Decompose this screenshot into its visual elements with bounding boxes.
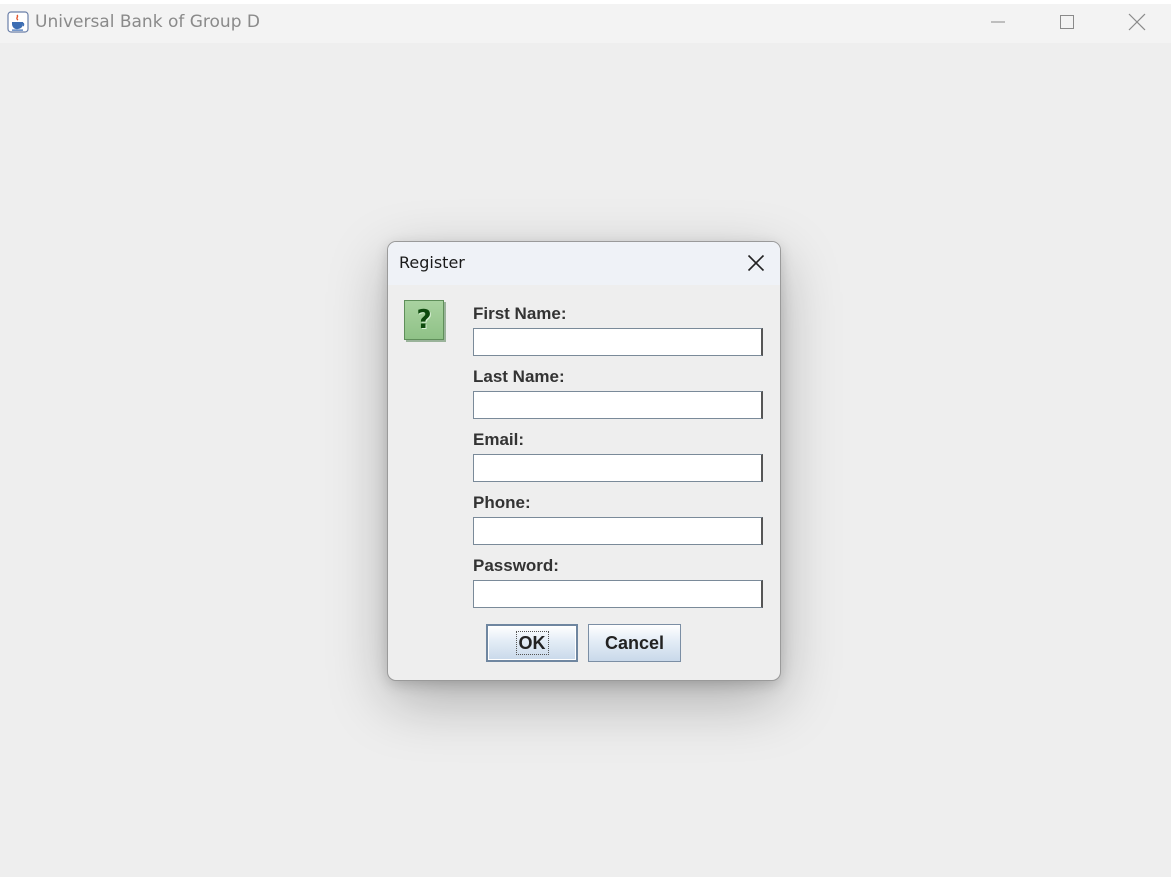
phone-label: Phone: [473, 493, 531, 512]
register-dialog: Register ? First Name: Last Name: Email:… [387, 241, 781, 681]
dialog-close-button[interactable] [740, 248, 772, 278]
close-icon [747, 254, 765, 272]
close-icon [1128, 13, 1146, 31]
close-window-button[interactable] [1103, 4, 1171, 40]
maximize-button[interactable] [1033, 4, 1101, 40]
ok-button-label: OK [515, 631, 549, 655]
minimize-button[interactable] [964, 4, 1032, 40]
email-field[interactable] [473, 454, 763, 482]
java-cup-icon [7, 11, 29, 33]
cancel-button[interactable]: Cancel [588, 624, 681, 662]
first-name-field[interactable] [473, 328, 763, 356]
phone-field[interactable] [473, 517, 763, 545]
question-icon: ? [404, 300, 444, 340]
dialog-title: Register [399, 253, 465, 272]
dialog-titlebar[interactable]: Register [388, 242, 780, 285]
maximize-icon [1060, 15, 1074, 29]
email-label: Email: [473, 430, 525, 449]
minimize-icon [991, 21, 1005, 23]
question-glyph: ? [416, 305, 432, 335]
last-name-field[interactable] [473, 391, 763, 419]
first-name-label: First Name: [473, 304, 567, 323]
ok-button[interactable]: OK [486, 624, 578, 662]
window-title: Universal Bank of Group D [35, 12, 260, 32]
password-field[interactable] [473, 580, 763, 608]
last-name-label: Last Name: [473, 367, 565, 386]
app-titlebar[interactable]: Universal Bank of Group D [0, 4, 1171, 43]
password-label: Password: [473, 556, 559, 575]
